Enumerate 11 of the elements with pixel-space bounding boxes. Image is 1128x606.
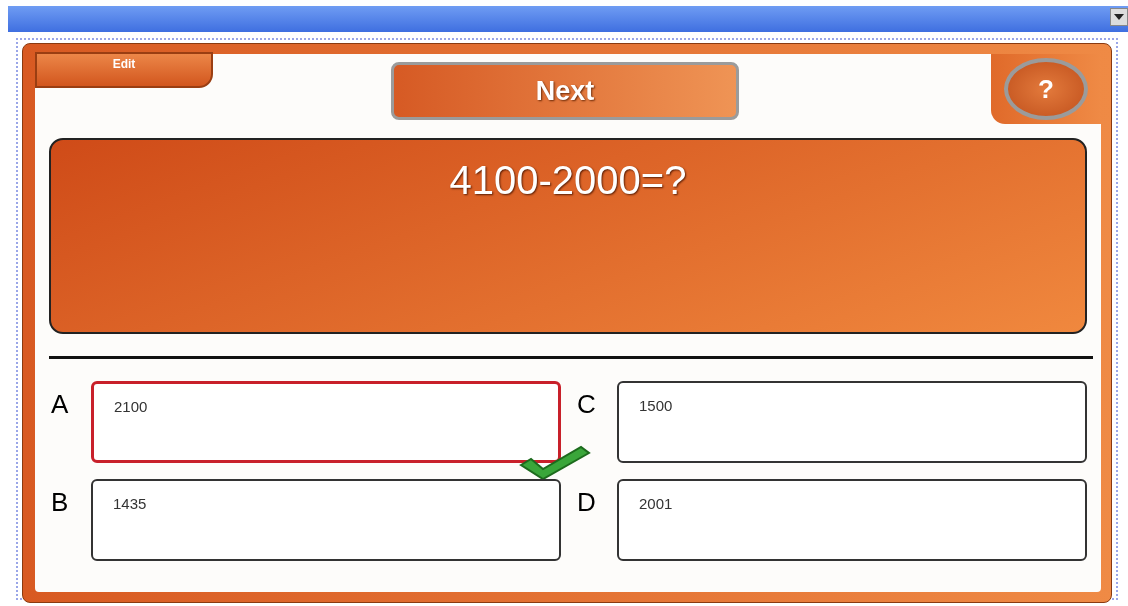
answer-letter: A [50, 389, 70, 420]
question-text: 4100-2000=? [449, 158, 687, 203]
dropdown-button[interactable] [1110, 8, 1128, 26]
caret-icon [1114, 14, 1124, 20]
answer-box[interactable]: 2001 [617, 479, 1087, 561]
answer-letter: C [576, 389, 597, 420]
answer-letter: D [576, 487, 597, 518]
answer-letter: B [50, 487, 70, 518]
answer-box[interactable]: 1500 [617, 381, 1087, 463]
answer-box[interactable]: 1435 [91, 479, 561, 561]
answer-box[interactable]: 2100 [91, 381, 561, 463]
